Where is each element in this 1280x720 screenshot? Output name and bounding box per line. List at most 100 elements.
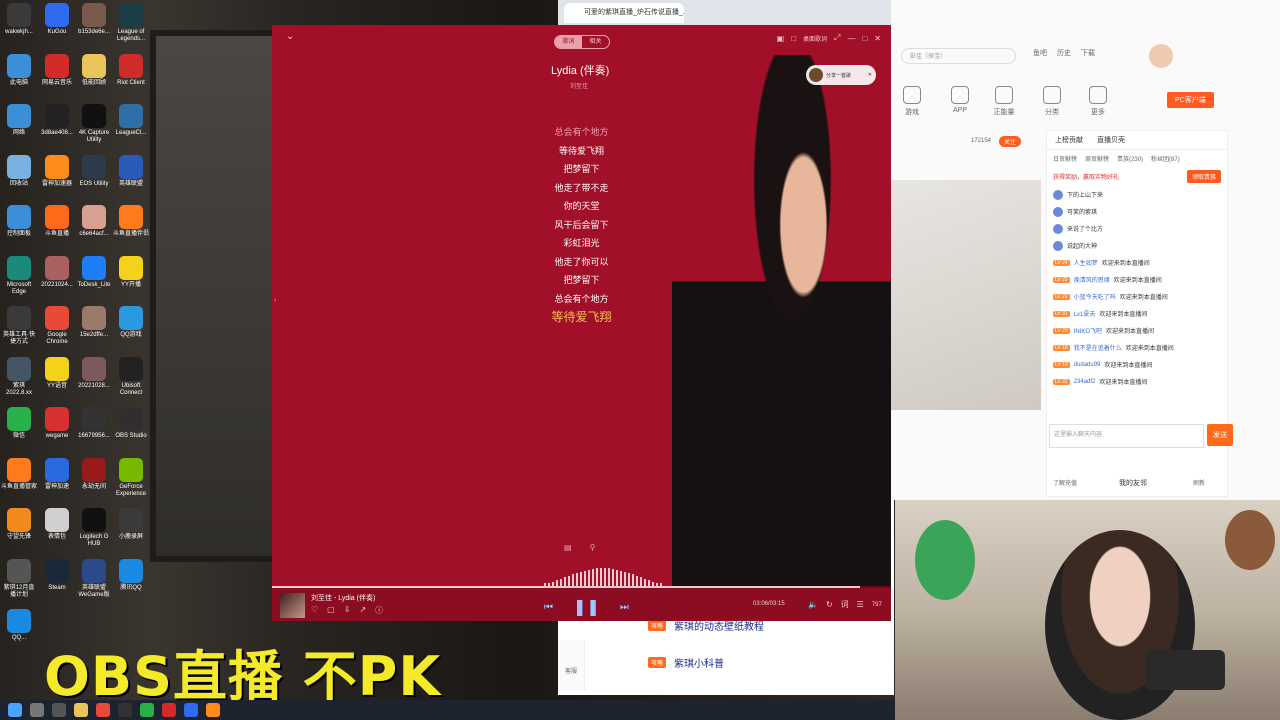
desktop-icon[interactable]: 斗鱼直播管家 xyxy=(1,457,37,491)
nav-history[interactable]: 历史 xyxy=(1055,48,1073,58)
desktop-icon[interactable]: b153de6e... xyxy=(76,3,112,36)
desktop-icon[interactable]: 4K Capture Utility xyxy=(76,104,112,144)
chat-message[interactable]: 下的上山下来 xyxy=(1047,186,1227,203)
tab-lyrics[interactable]: 歌词 xyxy=(555,36,582,48)
wechat-icon[interactable] xyxy=(140,703,154,717)
desktop-icon[interactable]: Steam xyxy=(39,558,75,592)
chrome-icon[interactable] xyxy=(96,703,110,717)
explorer-icon[interactable] xyxy=(74,703,88,717)
pause-icon[interactable]: ❚❚ xyxy=(573,597,600,617)
chat-username[interactable]: 挽清风的思绪 xyxy=(1074,275,1110,284)
album-cover[interactable] xyxy=(280,593,305,618)
desktop-icon[interactable]: Google Chrome xyxy=(39,306,75,346)
desktop-icon[interactable]: 斗鱼直播伴侣 xyxy=(113,205,149,238)
follow-button[interactable]: 关注 xyxy=(999,136,1022,147)
chat-username[interactable]: 234adf2 xyxy=(1074,379,1096,385)
desktop-lyric-label[interactable]: 桌面歌词 xyxy=(803,34,827,43)
desktop-icon[interactable]: 3d8ae408... xyxy=(39,104,75,137)
close-icon[interactable]: ✕ xyxy=(874,34,881,43)
desktop-icon[interactable]: Riot Client xyxy=(113,53,149,87)
chat-username[interactable]: 人生如梦 xyxy=(1074,258,1098,267)
browser-tab[interactable]: 可爱的紫琪直播_炉石传说直播_... xyxy=(564,3,684,23)
loop-icon[interactable]: ↻ xyxy=(826,600,833,609)
desktop-icon[interactable]: KuGou xyxy=(39,3,75,36)
stream-video[interactable] xyxy=(891,180,1041,410)
tab-shell[interactable]: 直播贝壳 xyxy=(1097,135,1125,145)
desktop-icon[interactable]: YY开播 xyxy=(113,255,149,289)
kugou-icon[interactable] xyxy=(184,703,198,717)
start-icon[interactable] xyxy=(8,703,22,717)
desktop-icon[interactable]: 微信 xyxy=(1,407,37,440)
desktop-icon[interactable]: wakwkjh... xyxy=(1,3,37,36)
nav-positive[interactable]: 正能量 xyxy=(991,86,1017,117)
chat-message[interactable]: LV 24 人生如梦 欢迎来到本直播间 xyxy=(1047,254,1227,271)
desktop-icon[interactable]: ToDesk_Lite xyxy=(76,255,112,289)
desktop-icon[interactable]: 英雄联盟 xyxy=(113,154,149,188)
desktop-icon[interactable]: QQ... xyxy=(1,609,37,642)
desktop-icon[interactable]: 英雄联盟WeGame版 xyxy=(76,558,112,599)
avatar[interactable] xyxy=(1149,44,1173,68)
desktop-icon[interactable]: 斗鱼直播 xyxy=(39,205,75,238)
desktop-icon[interactable]: wegame xyxy=(39,407,75,440)
tab-noble[interactable]: 贵族(230) xyxy=(1117,154,1143,163)
search-input[interactable]: 彭佳（探宝） xyxy=(901,48,1016,64)
desktop-icon[interactable]: 控制面板 xyxy=(1,205,37,238)
obs-icon[interactable] xyxy=(118,703,132,717)
chat-message[interactable]: LV 29 挽清风的思绪 欢迎来到本直播间 xyxy=(1047,271,1227,288)
desktop-icon[interactable]: 15e2dffe... xyxy=(76,306,112,339)
tab-contribution[interactable]: 上榜贡献 xyxy=(1055,135,1083,145)
nav-more[interactable]: 更多 xyxy=(1087,86,1109,117)
taskview-icon[interactable] xyxy=(52,703,66,717)
nav-app[interactable]: APP xyxy=(949,86,971,114)
desktop-icon[interactable]: QQ游戏 xyxy=(113,306,149,339)
chat-message[interactable]: 来说了个比方 xyxy=(1047,220,1227,237)
desktop-icon[interactable]: GeForce Experience xyxy=(113,457,149,498)
maximize-icon[interactable]: □ xyxy=(862,34,867,43)
chat-username[interactable]: Lx1夏天 xyxy=(1074,309,1096,318)
tab-related[interactable]: 相关 xyxy=(582,36,609,48)
share-icon[interactable]: ↗ xyxy=(359,605,366,616)
folder-icon[interactable]: ▢ xyxy=(327,605,335,616)
volume-icon[interactable]: 🔈 xyxy=(808,600,818,609)
desktop-icon[interactable]: Microsoft Edge xyxy=(1,255,37,296)
desktop-icon[interactable]: OBS Studio xyxy=(113,407,149,440)
desktop-icon[interactable]: 小鹿录屏 xyxy=(113,508,149,541)
desktop-icon[interactable]: 紫琪12月直播计划 xyxy=(1,558,37,599)
desktop-icon[interactable]: 永劫无间 xyxy=(76,457,112,491)
desktop-icon[interactable]: 20221024... xyxy=(39,255,75,289)
desktop-icon[interactable]: 16679956... xyxy=(76,407,112,440)
desktop-icon[interactable]: 回收站 xyxy=(1,154,37,188)
desktop-icon[interactable]: 网易云音乐 xyxy=(39,53,75,87)
skin-icon[interactable]: ▣ xyxy=(777,34,785,43)
desktop-icon[interactable]: League of Legends... xyxy=(113,3,149,43)
chat-username[interactable]: INIKO飞吧 xyxy=(1074,326,1102,335)
lyric-adjust-icon[interactable]: ▤ xyxy=(564,543,572,552)
desktop-icon[interactable]: 英雄工具·快捷方式 xyxy=(1,306,37,346)
chat-username[interactable]: 小蓝今天吃了吗 xyxy=(1074,292,1116,301)
refresh-link[interactable]: 刷新 xyxy=(1193,478,1205,487)
desktop-icon[interactable]: 表情包 xyxy=(39,508,75,541)
douyu-icon[interactable] xyxy=(206,703,220,717)
chat-message[interactable]: LV 22 小蓝今天吃了吗 欢迎来到本直播间 xyxy=(1047,288,1227,305)
recharge-link[interactable]: 了解充值 xyxy=(1053,478,1077,487)
fullscreen-icon[interactable]: ⤢ xyxy=(834,33,840,43)
friends-link[interactable]: 我的友邻 xyxy=(1119,478,1147,488)
minimize-icon[interactable]: — xyxy=(847,34,855,43)
chat-message[interactable]: LV 22 234adf2 欢迎来到本直播间 xyxy=(1047,373,1227,390)
lyric-search-icon[interactable]: ⚲ xyxy=(590,543,596,552)
service-sidebar[interactable]: 客服 xyxy=(558,640,585,690)
chat-message[interactable]: 说起的大神 xyxy=(1047,237,1227,254)
next-icon[interactable]: ⏭ xyxy=(620,602,629,613)
song-artist[interactable]: 刘至佳 xyxy=(570,81,588,90)
pc-client-button[interactable]: PC客户端 xyxy=(1167,92,1214,108)
desktop-icon[interactable]: 20221028... xyxy=(76,356,112,390)
chat-message[interactable]: LV 20 INIKO飞吧 欢迎来到本直播间 xyxy=(1047,322,1227,339)
guide-item[interactable]: 攻略 紫琪小科普 xyxy=(648,655,764,670)
chat-message[interactable]: LV 31 Lx1夏天 欢迎来到本直播间 xyxy=(1047,305,1227,322)
playlist-icon[interactable]: ☰ xyxy=(857,600,864,609)
desktop-icon[interactable]: 雷神加速 xyxy=(39,457,75,491)
noble-button[interactable]: 领取贵族 xyxy=(1186,170,1221,183)
tab-fans[interactable]: 粉丝团(87) xyxy=(1151,154,1180,163)
chat-message[interactable]: LV 19 dudadu99 欢迎来到本直播间 xyxy=(1047,356,1227,373)
tab-daily[interactable]: 日贡献榜 xyxy=(1053,154,1077,163)
